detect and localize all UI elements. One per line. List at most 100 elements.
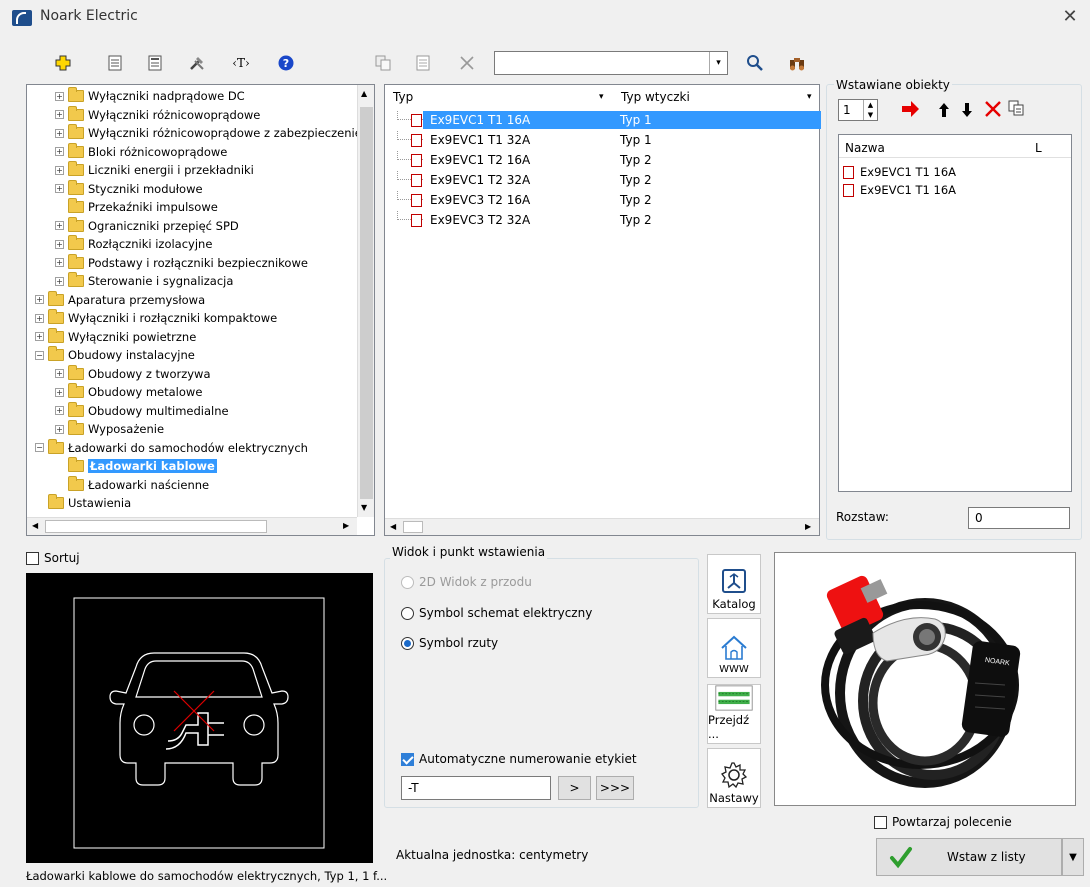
column-sort-icon[interactable]: ▾ (807, 92, 812, 102)
expand-icon[interactable]: + (55, 110, 64, 119)
table-row[interactable]: Ex9EVC1 T2 16A Typ 2 (385, 151, 821, 169)
insert-options-dropdown[interactable]: ▼ (1062, 838, 1084, 876)
remove-icon[interactable] (984, 100, 1002, 121)
scroll-right-arrow-icon[interactable]: ▶ (805, 522, 811, 531)
tree-item[interactable]: Ładowarki naścienne (55, 475, 209, 494)
tree-item[interactable]: − Obudowy instalacyjne (35, 346, 195, 364)
quantity-stepper[interactable]: 1 ▲ ▼ (838, 99, 878, 121)
collapse-icon[interactable]: − (35, 350, 44, 360)
tree-item[interactable]: − Ładowarki do samochodów elektrycznych (35, 438, 308, 457)
expand-icon[interactable]: + (55, 369, 64, 378)
table-row[interactable]: Ex9EVC3 T2 32A Typ 2 (385, 211, 821, 229)
option-schematic-symbol[interactable]: Symbol schemat elektryczny (401, 606, 592, 620)
goto-button[interactable]: Przejdź ... (707, 684, 761, 744)
expand-icon[interactable]: + (55, 276, 64, 286)
table-row[interactable]: Ex9EVC1 T1 32A Typ 1 (385, 131, 821, 149)
scroll-left-arrow-icon[interactable]: ◀ (390, 522, 396, 531)
expand-icon[interactable]: + (55, 128, 64, 138)
expand-icon[interactable]: + (35, 313, 44, 323)
tree-item[interactable]: + Wyłączniki powietrzne (35, 327, 196, 346)
next-label-button[interactable]: > (558, 776, 591, 800)
table-row[interactable]: Ex9EVC1 T2 32A Typ 2 (385, 171, 821, 189)
search-icon[interactable] (744, 52, 766, 74)
grid-icon[interactable] (412, 52, 434, 74)
expand-icon[interactable]: + (55, 258, 64, 267)
insert-from-list-button[interactable]: Wstaw z listy (876, 838, 1062, 876)
radio-schematic[interactable] (401, 606, 414, 620)
tree-item[interactable]: + Podstawy i rozłączniki bezpiecznikowe (55, 253, 308, 272)
add-arrow-icon[interactable] (900, 100, 920, 121)
column-header-l[interactable]: L (1035, 141, 1042, 155)
column-header-name[interactable]: Nazwa (845, 141, 885, 155)
column-sort-icon[interactable]: ▾ (599, 92, 604, 102)
stepper-arrows-icon[interactable]: ▲ ▼ (863, 100, 877, 120)
expand-icon[interactable]: + (55, 406, 64, 415)
tree-item[interactable]: + Obudowy z tworzywa (55, 364, 211, 383)
document-icon[interactable] (144, 52, 166, 74)
tree-item[interactable]: + Obudowy multimedialne (55, 401, 229, 420)
category-tree[interactable]: + Wyłączniki nadprądowe DC + Wyłączniki róż… (26, 84, 375, 536)
tree-item[interactable]: + Styczniki modułowe (55, 179, 203, 198)
table-row[interactable]: Ex9EVC3 T2 16A Typ 2 (385, 191, 821, 209)
column-header-typ[interactable]: Typ ▾ (393, 85, 613, 109)
column-header-plug-type[interactable]: Typ wtyczki ▾ (621, 85, 821, 109)
tree-item[interactable]: + Rozłączniki izolacyjne (55, 235, 212, 253)
label-prefix-input[interactable]: -T (401, 776, 551, 800)
www-button[interactable]: WWW (707, 618, 761, 678)
binoculars-icon[interactable] (786, 52, 808, 74)
tree-item[interactable]: + Bloki różnicowoprądowe (55, 142, 227, 161)
expand-icon[interactable]: + (55, 239, 64, 249)
catalog-button[interactable]: Katalog (707, 554, 761, 614)
expand-icon[interactable]: + (55, 424, 64, 434)
scroll-right-arrow-icon[interactable]: ▶ (343, 521, 349, 530)
scroll-left-arrow-icon[interactable]: ◀ (32, 521, 38, 530)
tree-item[interactable]: Ładowarki kablowe (55, 457, 217, 475)
tools-icon[interactable] (186, 52, 208, 74)
product-grid[interactable]: Typ ▾ Typ wtyczki ▾ Ex9EVC1 T1 16A Typ 1 E… (384, 84, 821, 536)
tree-item[interactable]: + Wyłączniki różnicowoprądowe z zabezpiec… (55, 124, 373, 142)
scroll-up-arrow-icon[interactable]: ▲ (361, 89, 367, 98)
settings-button[interactable]: Nastawy (707, 748, 761, 808)
grid-horizontal-scrollbar[interactable]: ◀ ▶ (385, 518, 819, 535)
radio-plan[interactable] (401, 636, 414, 650)
expand-icon[interactable]: + (55, 91, 64, 101)
tree-vertical-scrollbar[interactable]: ▲ ▼ (357, 85, 374, 517)
copy-list-icon[interactable] (1008, 100, 1024, 119)
tree-item[interactable]: Ustawienia (35, 494, 131, 512)
expand-icon[interactable]: + (35, 332, 44, 341)
auto-number-checkbox[interactable]: Automatyczne numerowanie etykiet (401, 752, 637, 766)
tree-item[interactable]: + Aparatura przemysłowa (35, 290, 205, 309)
sort-checkbox[interactable]: Sortuj (26, 551, 80, 565)
tree-hscroll-thumb[interactable] (45, 520, 267, 533)
table-row[interactable]: Ex9EVC1 T1 16A Typ 1 (385, 111, 821, 129)
help-icon[interactable]: ? (275, 52, 297, 74)
option-2d-front-view[interactable]: 2D Widok z przodu (401, 575, 532, 589)
tree-item[interactable]: + Wyłączniki nadprądowe DC (55, 87, 245, 105)
expand-icon[interactable]: + (55, 165, 64, 175)
tree-scroll-thumb[interactable] (360, 107, 373, 499)
expand-icon[interactable]: + (55, 184, 64, 193)
tree-item[interactable]: + Wyposażenie (55, 420, 164, 438)
repeat-command-checkbox[interactable]: Powtarzaj polecenie (874, 815, 1012, 829)
option-plan-symbol[interactable]: Symbol rzuty (401, 636, 498, 650)
tree-item[interactable]: + Wyłączniki różnicowoprądowe (55, 105, 260, 124)
tree-item[interactable]: + Sterowanie i sygnalizacja (55, 272, 233, 290)
list-item[interactable]: Ex9EVC1 T1 16A (843, 163, 956, 181)
expand-icon[interactable]: + (55, 387, 64, 397)
inserted-objects-list[interactable]: Nazwa L Ex9EVC1 T1 16A Ex9EVC1 T1 16A (838, 134, 1072, 492)
expand-icon[interactable]: + (55, 221, 64, 230)
text-tag-icon[interactable]: ‹T› (230, 52, 252, 74)
tree-item[interactable]: + Wyłączniki i rozłączniki kompaktowe (35, 309, 277, 327)
move-up-icon[interactable] (938, 102, 950, 121)
close-button[interactable]: ✕ (1058, 6, 1082, 28)
collapse-icon[interactable]: − (35, 443, 44, 452)
delete-icon[interactable] (456, 52, 478, 74)
tree-item[interactable]: + Obudowy metalowe (55, 383, 202, 401)
auto-number-checkbox-box[interactable] (401, 752, 414, 766)
spacing-input[interactable]: 0 (968, 507, 1070, 529)
expand-icon[interactable]: + (55, 147, 64, 156)
list-icon[interactable] (104, 52, 126, 74)
copy-icon[interactable] (372, 52, 394, 74)
tree-horizontal-scrollbar[interactable]: ◀ ▶ (27, 517, 357, 535)
tree-item[interactable]: + Liczniki energii i przekładniki (55, 161, 254, 179)
